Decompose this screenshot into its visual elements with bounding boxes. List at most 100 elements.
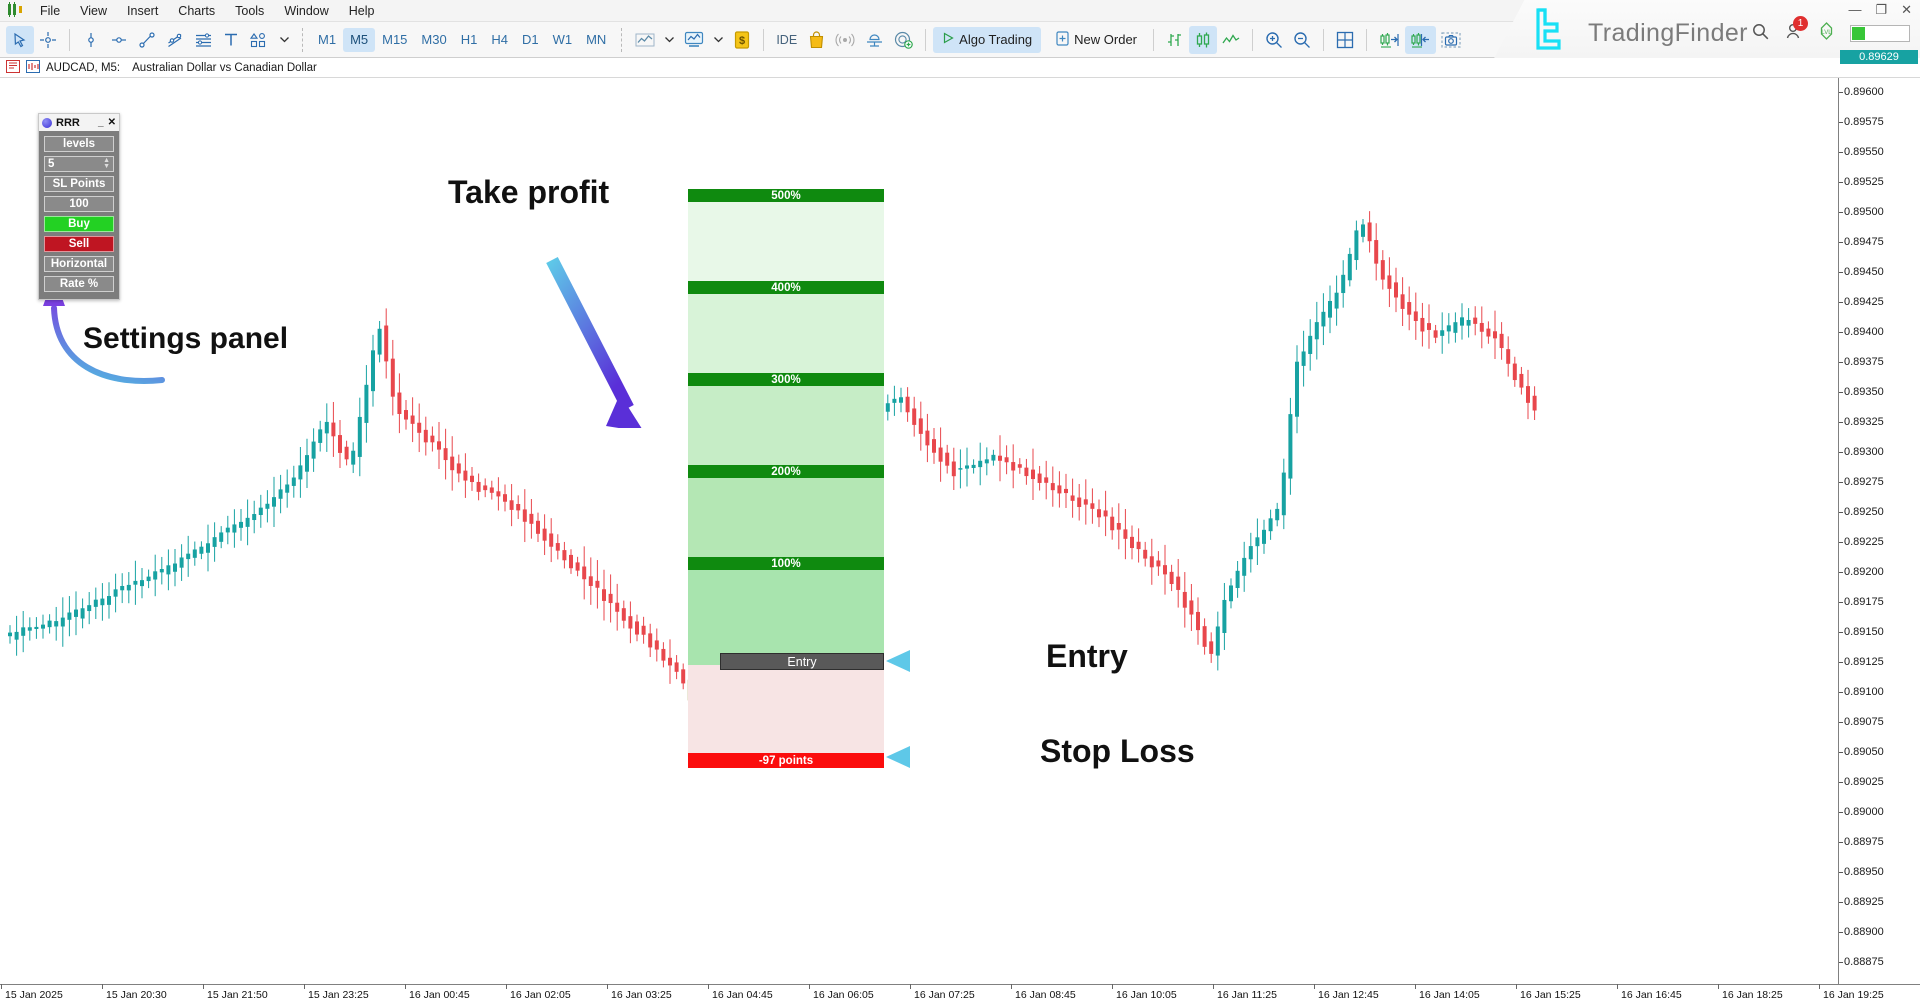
target-level-band[interactable]: 400% (688, 281, 884, 294)
sl-points-input[interactable]: 100 (44, 196, 114, 212)
line-chart-dropdown-icon[interactable] (660, 26, 679, 54)
timeframe-m15[interactable]: M15 (375, 28, 414, 52)
rrr-minimize-button[interactable]: _ (98, 117, 104, 128)
rrr-panel-titlebar[interactable]: RRR _ ✕ (39, 114, 119, 131)
candle-body (1202, 626, 1207, 647)
shapes-icon[interactable] (245, 26, 275, 54)
line-mode-icon[interactable] (1217, 26, 1245, 54)
horizontal-button[interactable]: Horizontal (44, 256, 114, 272)
copy-trading-icon[interactable] (889, 26, 918, 54)
candle-body (503, 494, 507, 502)
candle-body (522, 509, 527, 522)
candle-body (291, 477, 296, 486)
menu-item-charts[interactable]: Charts (168, 2, 225, 20)
chart-type-icon[interactable] (26, 59, 40, 76)
close-button[interactable]: ✕ (1901, 2, 1912, 18)
shift-chart-right-icon[interactable] (1374, 26, 1405, 54)
rrr-settings-panel[interactable]: RRR _ ✕ levels 5 ▲ ▼ SL Points 100 Buy Se… (38, 113, 120, 300)
timeframe-h4[interactable]: H4 (484, 28, 515, 52)
candle-body (569, 554, 573, 569)
candle-body (516, 504, 521, 511)
candle-body (918, 418, 923, 434)
timeframe-h1[interactable]: H1 (454, 28, 485, 52)
market-bag-icon[interactable] (802, 26, 830, 54)
candle-body (951, 461, 956, 477)
menu-item-window[interactable]: Window (274, 2, 338, 20)
new-order-button[interactable]: New Order (1047, 27, 1146, 53)
grid-layout-icon[interactable] (1331, 26, 1359, 54)
time-scale[interactable]: 15 Jan 2025 15 Jan 20:30 15 Jan 21:50 15 Ja… (0, 984, 1920, 1006)
price-tick: 0.89550 (1839, 146, 1884, 158)
candle-body (1347, 253, 1352, 281)
stop-loss-band[interactable]: -97 points (688, 753, 884, 768)
candle-body (1103, 510, 1108, 517)
timeframe-mn[interactable]: MN (579, 28, 613, 52)
sell-button[interactable]: Sell (44, 236, 114, 252)
timeframe-w1[interactable]: W1 (546, 28, 580, 52)
candle-body (476, 481, 481, 492)
candle-body (899, 397, 903, 403)
vertical-line-icon[interactable] (77, 26, 105, 54)
timeframe-m30[interactable]: M30 (414, 28, 453, 52)
candlestick-chart-icon[interactable] (1189, 25, 1218, 54)
candle-body (1400, 294, 1405, 309)
menu-item-file[interactable]: File (30, 2, 70, 20)
rrr-close-button[interactable]: ✕ (108, 117, 116, 128)
line-chart-icon[interactable] (630, 26, 660, 54)
menu-item-view[interactable]: View (70, 2, 117, 20)
chart-window-icon[interactable] (6, 59, 20, 76)
candle-body (338, 435, 342, 453)
account-notifications-icon[interactable]: 1 (1785, 16, 1808, 45)
text-icon[interactable] (217, 26, 245, 54)
cursor-icon[interactable] (6, 25, 34, 54)
auto-scroll-icon[interactable] (1405, 25, 1437, 54)
zoom-in-icon[interactable] (1260, 26, 1288, 54)
candle-body (648, 633, 653, 648)
candle-body (351, 450, 356, 465)
levels-input[interactable]: 5 ▲ ▼ (44, 156, 114, 172)
market-watch-icon[interactable]: $ (728, 26, 756, 54)
candle-body (80, 608, 85, 619)
signals-icon[interactable] (830, 26, 860, 54)
screenshot-icon[interactable] (1436, 26, 1466, 54)
maximize-button[interactable]: ❐ (1875, 2, 1887, 18)
shapes-dropdown-icon[interactable] (275, 26, 294, 54)
candle-body (1110, 516, 1115, 531)
rate-percent-button[interactable]: Rate % (44, 276, 114, 292)
channel-icon[interactable] (161, 26, 189, 54)
timeframe-m5[interactable]: M5 (343, 27, 376, 52)
candle-body (146, 576, 151, 582)
chart-canvas[interactable]: 500% 400% 300% 200% 100% Entry -97 points Sett… (0, 78, 1838, 984)
indicators-icon[interactable] (679, 26, 709, 54)
fibonacci-icon[interactable] (189, 26, 217, 54)
indicators-dropdown-icon[interactable] (709, 26, 728, 54)
price-scale[interactable]: 0.89600 0.89575 0.89550 0.89525 0.89500 0.894… (1838, 50, 1920, 984)
timeframe-m1[interactable]: M1 (311, 28, 343, 52)
bar-chart-icon[interactable] (1161, 26, 1189, 54)
time-tick: 15 Jan 2025 (1, 984, 63, 1001)
levels-value: 5 (48, 158, 55, 170)
zoom-out-icon[interactable] (1288, 26, 1316, 54)
timeframe-d1[interactable]: D1 (515, 28, 546, 52)
menu-item-insert[interactable]: Insert (117, 2, 168, 20)
minimize-button[interactable]: — (1848, 2, 1861, 18)
target-level-band[interactable]: 300% (688, 373, 884, 386)
menu-item-tools[interactable]: Tools (225, 2, 274, 20)
ide-button[interactable]: IDE (771, 26, 802, 54)
levels-stepper-icon[interactable]: ▲ ▼ (103, 157, 110, 170)
vps-cloud-icon[interactable] (860, 26, 889, 54)
target-level-band[interactable]: 200% (688, 465, 884, 478)
target-level-band[interactable]: 100% (688, 557, 884, 570)
candle-body (87, 605, 92, 612)
entry-level-box[interactable]: Entry (720, 653, 884, 670)
target-level-band[interactable]: 500% (688, 189, 884, 202)
trendline-icon[interactable] (133, 26, 161, 54)
menu-item-help[interactable]: Help (339, 2, 385, 20)
candle-body (1506, 349, 1511, 364)
crosshair-icon[interactable] (34, 26, 62, 54)
candle-body (1176, 576, 1181, 590)
algo-trading-button[interactable]: Algo Trading (933, 26, 1042, 53)
horizontal-line-icon[interactable] (105, 26, 133, 54)
search-icon[interactable] (1752, 23, 1769, 45)
buy-button[interactable]: Buy (44, 216, 114, 232)
